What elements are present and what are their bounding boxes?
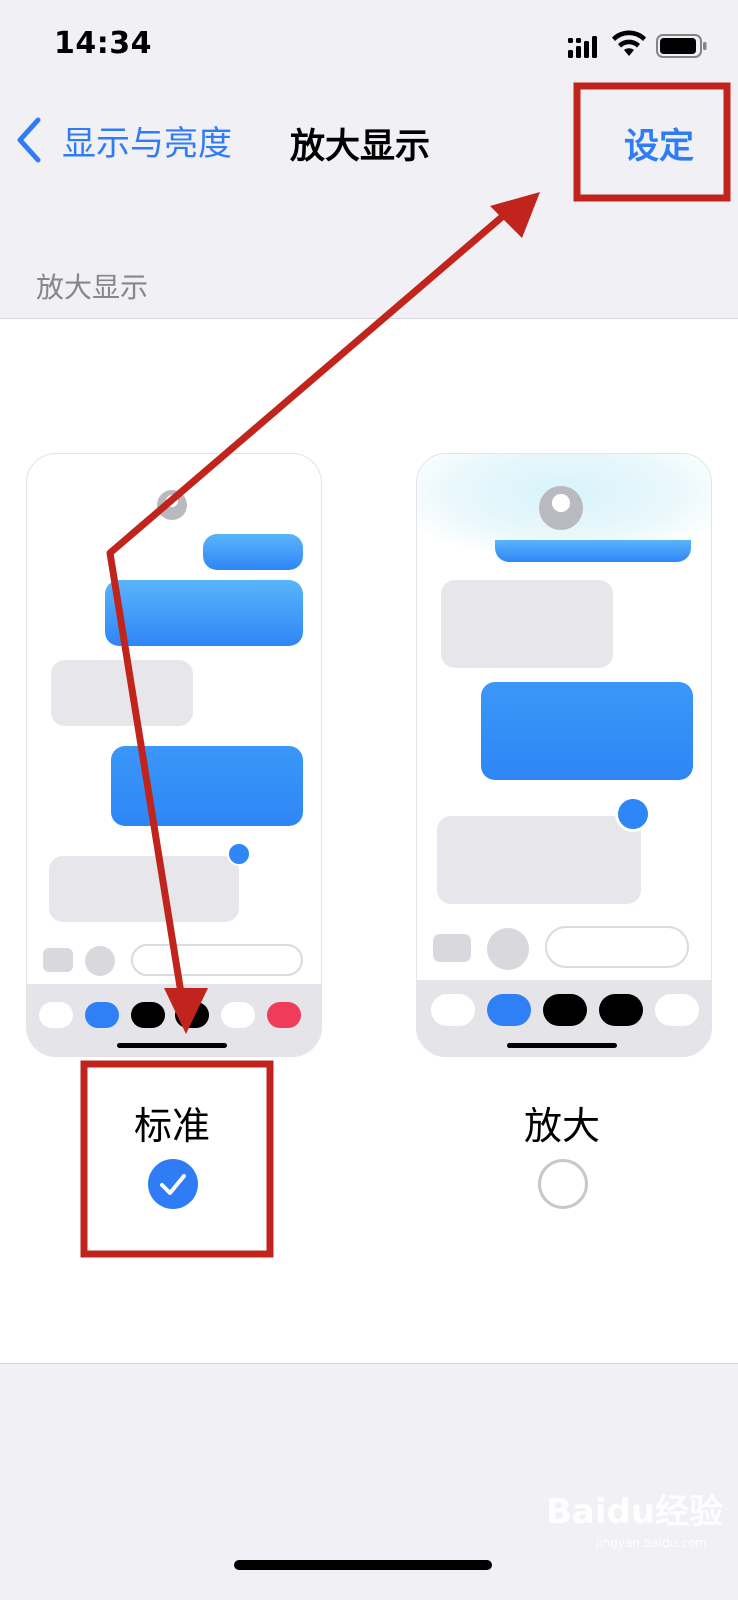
status-bar: 14:34 xyxy=(0,0,738,92)
wifi-icon xyxy=(612,30,646,56)
app-store-icon xyxy=(85,946,115,976)
app-pill xyxy=(85,1002,119,1028)
battery-icon xyxy=(656,34,707,58)
app-store-icon xyxy=(487,928,529,970)
option-standard-radio[interactable] xyxy=(148,1159,198,1209)
checkmark-icon xyxy=(160,1174,186,1195)
app-pill xyxy=(131,1002,165,1028)
arrowhead-up-icon xyxy=(490,192,540,238)
message-bubble-received xyxy=(49,856,239,922)
home-indicator xyxy=(507,1043,617,1048)
message-bubble-sent xyxy=(481,682,693,780)
message-bubble-sent xyxy=(111,746,303,826)
watermark-url: jingyan.baidu.com xyxy=(596,1536,707,1550)
message-bubble-received xyxy=(441,580,613,668)
typing-indicator-icon xyxy=(615,796,651,832)
app-pill xyxy=(487,994,531,1026)
message-bubble-sent xyxy=(203,534,303,570)
status-time: 14:34 xyxy=(54,26,152,61)
section-header: 放大显示 xyxy=(36,271,149,304)
watermark-logo: Baidu经验 xyxy=(546,1492,724,1532)
message-bubble-received xyxy=(51,660,193,726)
app-pill xyxy=(431,994,475,1026)
app-pill xyxy=(599,994,643,1026)
chevron-left-icon xyxy=(17,117,41,163)
app-pill xyxy=(221,1002,255,1028)
app-pill xyxy=(655,994,699,1026)
cellular-signal-icon xyxy=(568,36,597,58)
option-zoomed-radio[interactable] xyxy=(538,1159,588,1209)
contact-avatar-icon xyxy=(539,486,583,530)
message-bubble-sent xyxy=(105,580,303,646)
option-standard-label[interactable]: 标准 xyxy=(134,1095,210,1150)
app-pill xyxy=(39,1002,73,1028)
zoomed-preview[interactable] xyxy=(416,453,712,1057)
back-button[interactable]: 显示与亮度 xyxy=(14,114,232,166)
app-pill xyxy=(175,1002,209,1028)
typing-indicator-icon xyxy=(227,842,251,866)
camera-icon xyxy=(43,948,73,972)
standard-preview[interactable] xyxy=(26,453,322,1057)
app-pill xyxy=(543,994,587,1026)
set-button[interactable]: 设定 xyxy=(624,118,694,169)
back-button-label: 显示与亮度 xyxy=(62,123,232,164)
navigation-bar: 显示与亮度 放大显示 设定 xyxy=(0,92,738,188)
app-tray xyxy=(417,980,711,1056)
app-pill xyxy=(267,1002,301,1028)
camera-icon xyxy=(433,934,471,962)
app-tray xyxy=(27,984,321,1056)
page-title: 放大显示 xyxy=(290,127,431,167)
message-bubble-received xyxy=(437,816,641,904)
home-indicator xyxy=(117,1043,227,1048)
home-indicator[interactable] xyxy=(234,1560,492,1570)
message-input xyxy=(545,926,689,968)
display-zoom-card: 标准 放大 xyxy=(0,318,738,1364)
message-input xyxy=(131,944,303,976)
contact-avatar-icon xyxy=(157,490,187,520)
message-bubble-sent xyxy=(495,540,691,562)
option-zoomed-label[interactable]: 放大 xyxy=(524,1095,600,1150)
